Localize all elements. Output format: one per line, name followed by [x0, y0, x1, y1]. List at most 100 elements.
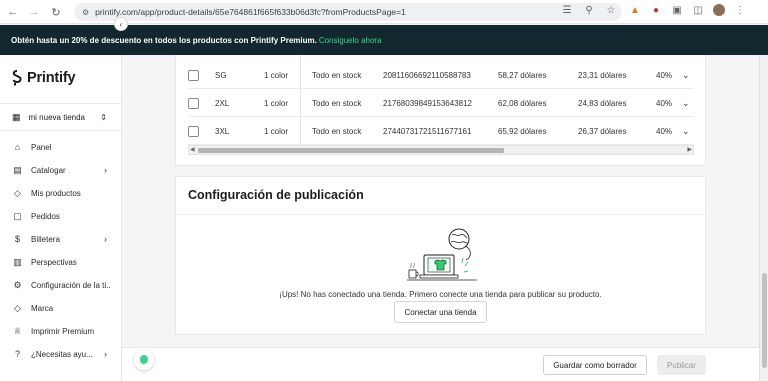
tag-icon: ◇	[14, 302, 21, 313]
sidebar-item-label: Perspectivas	[31, 257, 77, 267]
row-checkbox[interactable]	[188, 97, 199, 109]
row-checkbox[interactable]	[188, 125, 199, 137]
close-icon[interactable]: ✕	[738, 34, 746, 45]
section-title: Configuración de publicación	[188, 188, 364, 202]
no-store-message: ¡Ups! No has conectado una tienda. Prime…	[279, 290, 602, 299]
reload-icon[interactable]: ↻	[47, 3, 65, 21]
publishing-config-card: Configuración de publicación ¡Ups! No ha…	[175, 176, 706, 335]
sidebar-item-label: Pedidos	[31, 211, 60, 221]
table-row: 2XL 1 color Todo en stock 21768039849153643…	[188, 90, 694, 117]
chevron-updown-icon: ⇕	[100, 112, 107, 122]
sidebar-item[interactable]: $ Billetera ›	[0, 229, 121, 249]
sidebar-item-label: Configuración de la ti...	[31, 280, 111, 290]
sidebar-item[interactable]: ◇ Marca	[0, 298, 121, 318]
expand-chevron-icon[interactable]: ⌄	[682, 70, 690, 81]
tag-icon: ◇	[14, 187, 21, 198]
store-name: mi nueva tienda	[28, 112, 85, 122]
store-icon: ▦	[12, 111, 21, 122]
sidebar-item[interactable]: ⌂ Panel	[0, 137, 121, 157]
sidebar-item[interactable]: ▤ Catalogar ›	[0, 160, 121, 180]
cell-profit: 26,37 dólares	[578, 126, 627, 136]
sidebar-item[interactable]: ? ¿Necesitas ayu... ›	[0, 344, 121, 364]
printify-logo[interactable]: Printify	[11, 70, 76, 86]
cell-colors: 1 color	[264, 126, 289, 136]
forward-icon[interactable]: →	[25, 3, 43, 21]
profile-avatar[interactable]	[712, 3, 726, 17]
scroll-right-icon[interactable]: ▶	[687, 146, 692, 154]
cell-sku: 21768039849153643812	[383, 98, 472, 108]
cell-stock: Todo en stock	[312, 98, 362, 108]
box-icon: ▢	[13, 210, 22, 221]
sidebar-item-label: Billetera	[31, 234, 60, 244]
help-icon: ?	[14, 349, 20, 359]
cell-price: 58,27 dólares	[498, 70, 547, 80]
scroll-thumb[interactable]	[198, 148, 504, 153]
chevron-right-icon: ›	[104, 165, 107, 175]
extensions-puzzle-icon[interactable]: ▣	[670, 3, 684, 17]
chat-bubble-icon	[140, 355, 148, 365]
address-bar[interactable]: ⚙ printify.com/app/product-details/65e76…	[74, 3, 622, 21]
horizontal-scrollbar[interactable]: ◀ ▶	[188, 145, 694, 155]
store-selector[interactable]: ▦ mi nueva tienda ⇕	[0, 103, 121, 131]
page-scroll-thumb[interactable]	[762, 273, 767, 368]
chart-icon: ▥	[13, 256, 22, 267]
collapse-sidebar-button[interactable]: ‹	[114, 17, 128, 31]
help-chat-button[interactable]	[134, 350, 154, 370]
cell-price: 65,92 dólares	[498, 126, 547, 136]
logo-text: Printify	[27, 70, 76, 86]
zoom-icon[interactable]: ⚲	[582, 3, 596, 17]
side-panel-icon[interactable]: ◫	[691, 3, 705, 17]
save-draft-button[interactable]: Guardar como borrador	[543, 355, 647, 375]
cell-sku: 27440731721511677161	[383, 126, 472, 136]
table-row: 3XL 1 color Todo en stock 27440731721511677…	[188, 118, 694, 145]
cell-size: SG	[215, 70, 227, 80]
scroll-left-icon[interactable]: ◀	[190, 146, 195, 154]
cell-size: 3XL	[215, 126, 230, 136]
sidebar-item-label: Imprimir Premium	[31, 326, 95, 336]
cell-margin: 40%	[656, 70, 673, 80]
sidebar-item-label: ¿Necesitas ayu...	[31, 349, 93, 359]
sidebar-item[interactable]: ♕ Imprimir Premium	[0, 321, 121, 341]
metamask-extension-icon[interactable]: ▲	[628, 3, 642, 17]
page-scrollbar[interactable]	[759, 55, 768, 381]
home-icon: ⌂	[14, 142, 21, 152]
divider	[176, 214, 705, 215]
sidebar-item[interactable]: ▥ Perspectivas	[0, 252, 121, 272]
row-checkbox[interactable]	[188, 69, 199, 81]
expand-chevron-icon[interactable]: ⌄	[682, 98, 690, 109]
publish-button[interactable]: Publicar	[657, 355, 706, 375]
table-row: SG 1 color Todo en stock 208116066921105887…	[188, 62, 694, 89]
crown-icon: ♕	[13, 325, 22, 336]
connect-store-button[interactable]: Conectar una tienda	[394, 301, 487, 323]
printify-logo-icon	[12, 70, 22, 86]
sidebar-item-label: Catalogar	[31, 165, 66, 175]
bookmark-star-icon[interactable]: ☆	[604, 3, 618, 17]
cell-sku: 20811606692110588783	[383, 70, 471, 80]
translate-icon[interactable]: ☰	[560, 3, 574, 17]
menu-kebab-icon[interactable]: ⋮	[733, 3, 747, 17]
sidebar-item[interactable]: ◇ Mis productos	[0, 183, 121, 203]
promo-text: Obtén hasta un 20% de descuento en todos…	[11, 35, 317, 45]
cell-price: 62,08 dólares	[498, 98, 547, 108]
cell-colors: 1 color	[264, 70, 289, 80]
cell-margin: 40%	[656, 126, 673, 136]
cell-profit: 23,31 dólares	[578, 70, 627, 80]
shirt-icon: ▤	[13, 164, 22, 175]
back-icon[interactable]: ←	[4, 3, 22, 21]
site-info-icon[interactable]: ⚙	[82, 8, 89, 17]
cell-colors: 1 color	[264, 98, 289, 108]
cell-margin: 40%	[656, 98, 673, 108]
no-store-illustration	[407, 228, 477, 281]
expand-chevron-icon[interactable]: ⌄	[682, 126, 690, 137]
sidebar-item[interactable]: ⚙ Configuración de la ti...	[0, 275, 121, 295]
sidebar-item[interactable]: ▢ Pedidos	[0, 206, 121, 226]
extension-icon[interactable]: ●	[649, 3, 663, 17]
promo-banner: Obtén hasta un 20% de descuento en todos…	[0, 25, 768, 55]
promo-link[interactable]: Consiguelo ahora	[319, 36, 382, 45]
url-text: printify.com/app/product-details/65e7648…	[95, 7, 406, 17]
cell-stock: Todo en stock	[312, 70, 362, 80]
sidebar-item-label: Panel	[31, 142, 52, 152]
gear-icon: ⚙	[13, 279, 22, 290]
cell-stock: Todo en stock	[312, 126, 362, 136]
variants-table-card: SG 1 color Todo en stock 208116066921105887…	[175, 55, 706, 166]
